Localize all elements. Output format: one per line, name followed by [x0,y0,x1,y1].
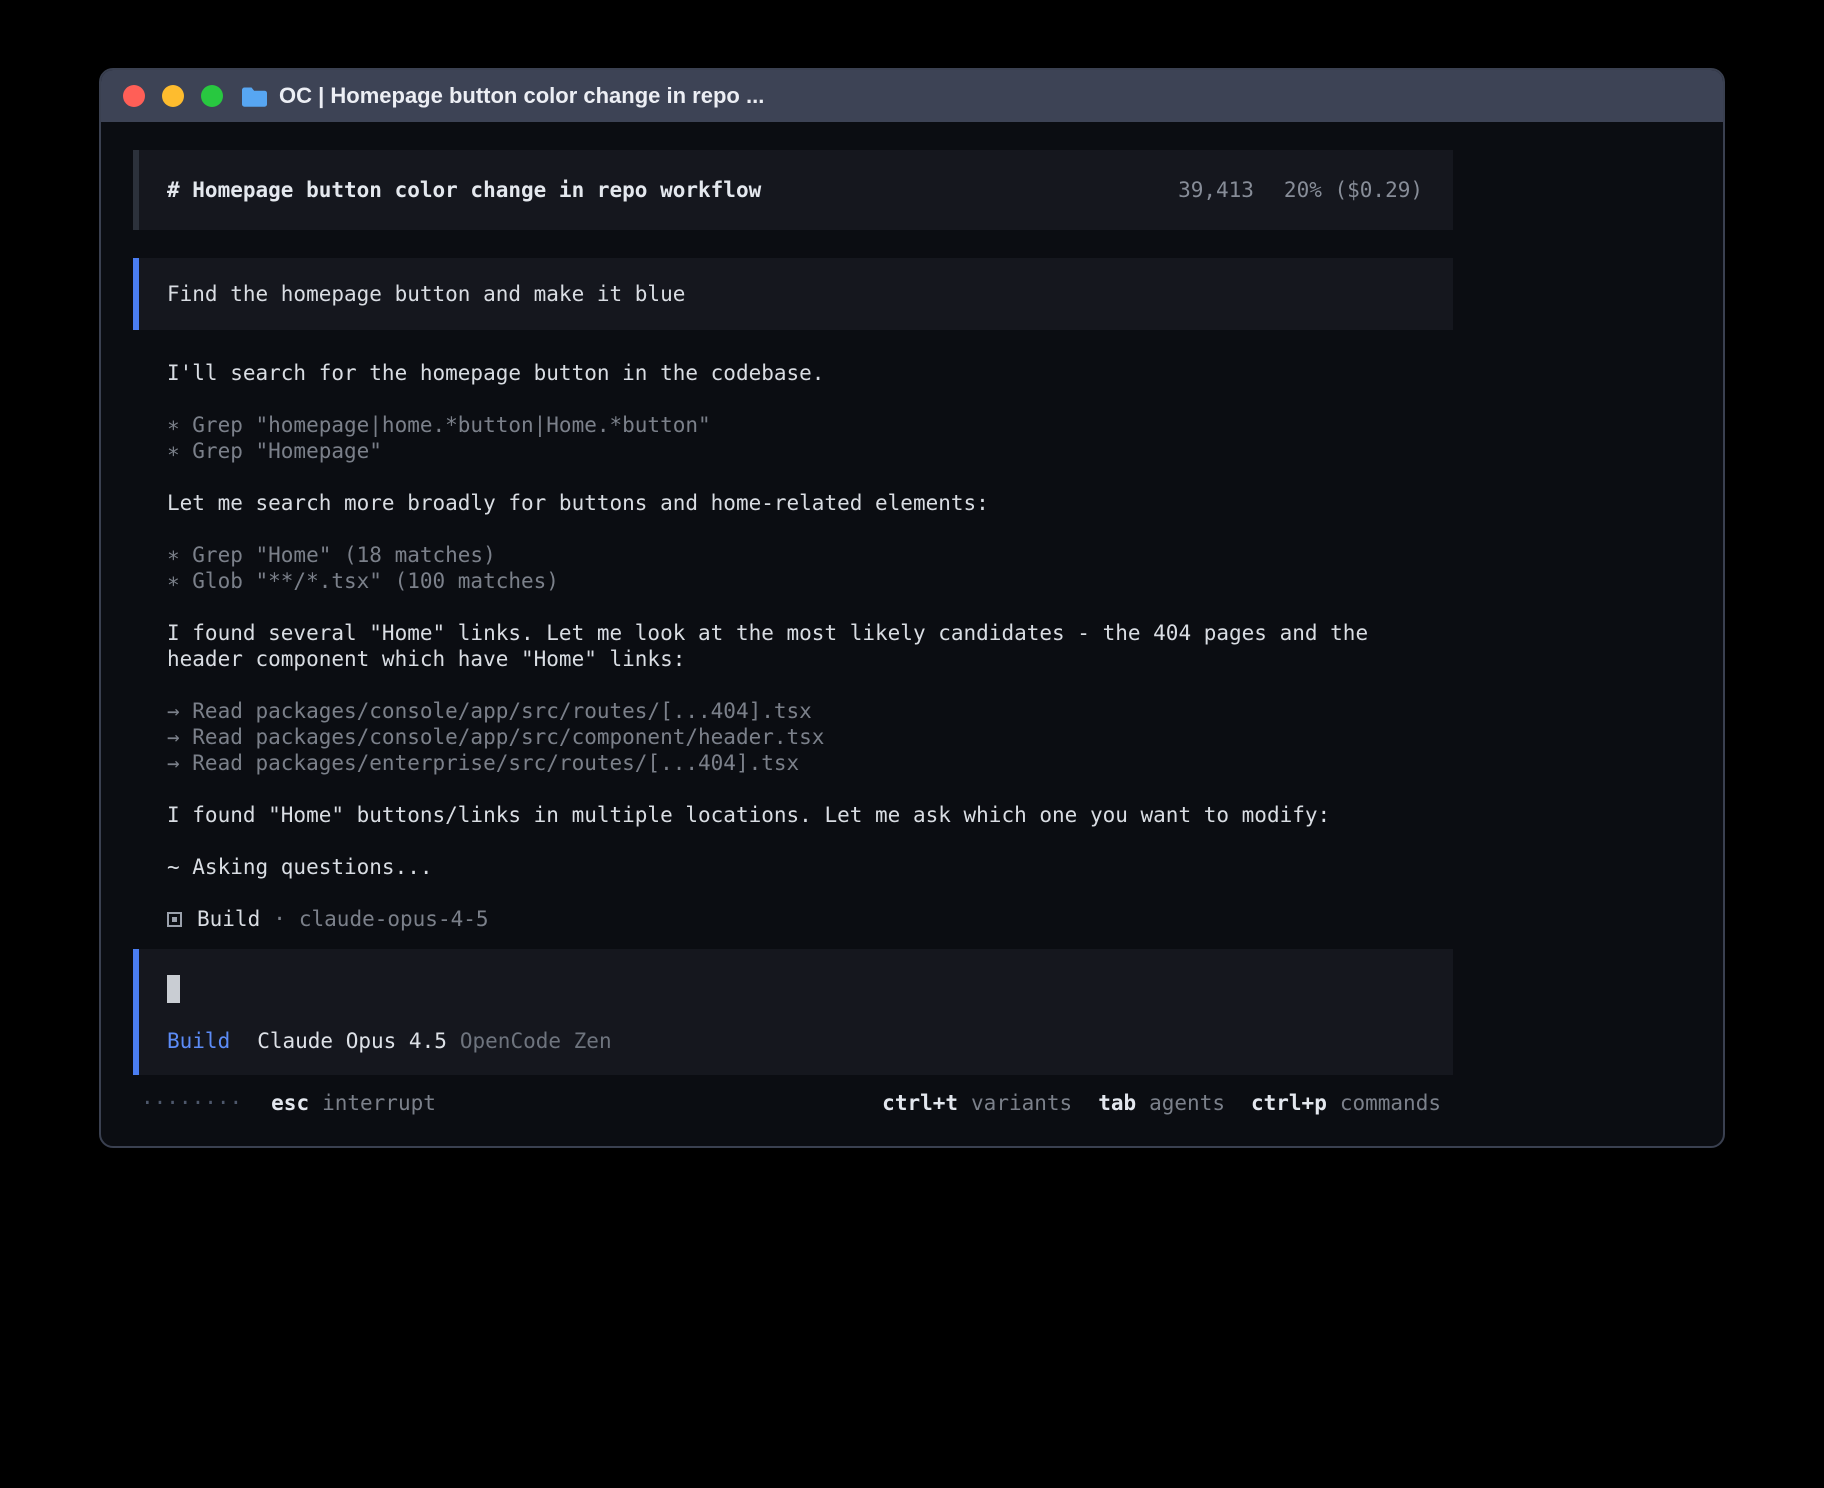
status-bar: ········ esc interrupt ctrl+t variants t… [133,1089,1453,1117]
context-usage: 20% ($0.29) [1284,178,1423,202]
square-dot-icon [167,912,182,927]
user-message: Find the homepage button and make it blu… [133,258,1453,330]
session-content: # Homepage button color change in repo w… [133,150,1453,1117]
tool-call-grep: ∗ Grep "Homepage" [167,438,1419,464]
agent-name: Build [197,906,260,932]
user-message-text: Find the homepage button and make it blu… [167,282,685,306]
ctrl-p-key: ctrl+p [1251,1089,1327,1117]
input-footer: Build Claude Opus 4.5 OpenCode Zen [167,1029,1425,1053]
provider-label: OpenCode Zen [460,1029,612,1053]
tool-call-grep: ∗ Grep "Home" (18 matches) [167,542,1419,568]
terminal-window: OC | Homepage button color change in rep… [99,68,1725,1148]
window-title: OC | Homepage button color change in rep… [279,83,764,109]
tool-call-read: → Read packages/enterprise/src/routes/[.… [167,750,1419,776]
token-count: 39,413 [1178,178,1254,202]
session-stats: 39,413 20% ($0.29) [1178,178,1423,202]
hint-commands: ctrl+p commands [1251,1089,1441,1117]
agent-model: claude-opus-4-5 [299,906,489,932]
mode-label[interactable]: Build [167,1029,230,1053]
tool-call-grep: ∗ Grep "homepage|home.*button|Home.*butt… [167,412,1419,438]
minimize-button[interactable] [162,85,184,107]
status-bar-left: ········ esc interrupt [141,1089,436,1117]
hint-interrupt: esc interrupt [271,1089,436,1117]
session-header: # Homepage button color change in repo w… [133,150,1453,230]
assistant-paragraph: Let me search more broadly for buttons a… [167,490,1419,516]
tool-call-glob: ∗ Glob "**/*.tsx" (100 matches) [167,568,1419,594]
ctrl-t-key: ctrl+t [882,1089,958,1117]
agents-label: agents [1149,1089,1225,1117]
hint-agents: tab agents [1098,1089,1225,1117]
zoom-button[interactable] [201,85,223,107]
folder-icon [241,86,268,107]
tab-key: tab [1098,1089,1136,1117]
status-bar-right: ctrl+t variants tab agents ctrl+p comman… [882,1089,1441,1117]
assistant-response: I'll search for the homepage button in t… [133,360,1453,932]
hint-variants: ctrl+t variants [882,1089,1072,1117]
prompt-input[interactable]: Build Claude Opus 4.5 OpenCode Zen [133,949,1453,1075]
traffic-lights [123,85,223,107]
input-cursor [167,975,180,1003]
assistant-paragraph: I found several "Home" links. Let me loo… [167,620,1419,672]
tool-call-read: → Read packages/console/app/src/componen… [167,724,1419,750]
variants-label: variants [971,1089,1072,1117]
interrupt-label: interrupt [322,1089,436,1117]
commands-label: commands [1340,1089,1441,1117]
title-bar[interactable]: OC | Homepage button color change in rep… [101,70,1723,122]
agent-status-line: Build · claude-opus-4-5 [167,906,1419,932]
tool-call-read: → Read packages/console/app/src/routes/[… [167,698,1419,724]
close-button[interactable] [123,85,145,107]
asking-questions-status: ~ Asking questions... [167,854,1419,880]
esc-key: esc [271,1089,309,1117]
spinner-dots: ········ [141,1089,242,1117]
assistant-paragraph: I found "Home" buttons/links in multiple… [167,802,1419,828]
session-title: # Homepage button color change in repo w… [167,178,761,202]
model-label[interactable]: Claude Opus 4.5 [257,1029,447,1053]
assistant-paragraph: I'll search for the homepage button in t… [167,360,1419,386]
agent-separator: · [273,906,286,932]
